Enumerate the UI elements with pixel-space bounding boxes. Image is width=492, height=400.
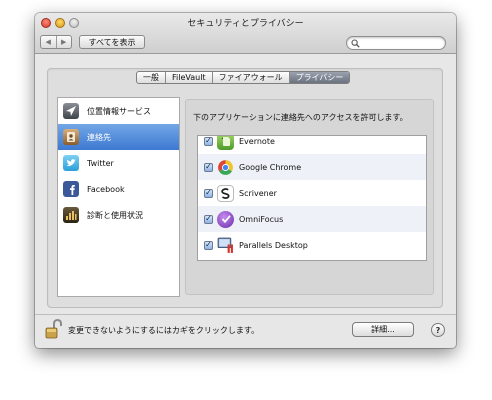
omnifocus-icon <box>217 210 234 228</box>
sidebar-item-label: 診断と使用状況 <box>87 210 143 220</box>
app-checkbox[interactable]: ✓ <box>204 136 213 146</box>
diagnostics-icon <box>63 207 79 223</box>
list-item: ✓ Google Chrome <box>198 154 426 180</box>
app-name: Evernote <box>239 136 275 146</box>
titlebar: セキュリティとプライバシー ◀ ▶ すべてを表示 <box>35 13 456 54</box>
list-item: ✓ Scrivener <box>198 180 426 206</box>
twitter-icon <box>63 155 79 171</box>
sidebar-item-facebook[interactable]: Facebook <box>58 176 179 202</box>
lock-instruction-text: 変更できないようにするにはカギをクリックします。 <box>68 326 260 335</box>
facebook-icon <box>63 181 79 197</box>
tab-firewall[interactable]: ファイアウォール <box>211 72 289 83</box>
app-name: Google Chrome <box>239 162 302 172</box>
chrome-icon <box>217 159 234 176</box>
tab-general[interactable]: 一般 <box>137 72 165 83</box>
sidebar-item-label: 連絡先 <box>87 132 111 142</box>
app-checkbox[interactable]: ✓ <box>204 188 213 198</box>
lock-icon[interactable] <box>45 318 63 340</box>
tab-filevault[interactable]: FileVault <box>165 72 212 83</box>
back-arrow-icon: ◀ <box>45 38 51 46</box>
scrivener-icon <box>217 184 234 202</box>
sidebar-item-label: Facebook <box>87 184 125 194</box>
app-name: Scrivener <box>239 188 277 198</box>
sidebar-item-label: 位置情報サービス <box>87 106 151 116</box>
app-name: Parallels Desktop <box>239 240 308 250</box>
back-button[interactable]: ◀ <box>41 36 56 48</box>
app-name: OmniFocus <box>239 214 284 224</box>
location-arrow-icon <box>63 103 79 119</box>
list-item: ✓ Evernote <box>198 136 426 154</box>
app-checkbox[interactable]: ✓ <box>204 162 213 172</box>
app-checkbox[interactable]: ✓ <box>204 240 213 250</box>
sidebar-item-label: Twitter <box>87 158 114 168</box>
window-title: セキュリティとプライバシー <box>187 19 304 29</box>
details-button[interactable]: 詳細... <box>352 322 414 337</box>
app-checkbox[interactable]: ✓ <box>204 214 213 224</box>
panel-description: 下のアプリケーションに連絡先へのアクセスを許可します。 <box>193 113 408 122</box>
forward-button[interactable]: ▶ <box>55 36 72 48</box>
sidebar-item-contacts[interactable]: 連絡先 <box>58 124 179 150</box>
help-button[interactable]: ? <box>431 323 445 337</box>
tab-bar: 一般 FileVault ファイアウォール プライバシー <box>136 71 351 84</box>
back-forward-group: ◀ ▶ <box>40 35 72 49</box>
parallels-icon <box>217 237 234 254</box>
contacts-icon <box>63 129 79 145</box>
evernote-icon <box>217 136 234 150</box>
sidebar-item-diagnostics[interactable]: 診断と使用状況 <box>58 202 179 228</box>
search-icon <box>351 39 360 48</box>
footer-divider <box>35 314 456 315</box>
forward-arrow-icon: ▶ <box>61 38 67 46</box>
app-access-list: ✓ Evernote ✓ Google Chrome ✓ Scrivener ✓… <box>197 135 427 261</box>
preferences-window: セキュリティとプライバシー ◀ ▶ すべてを表示 一般 FileVault ファ… <box>35 13 456 348</box>
sidebar-item-location-services[interactable]: 位置情報サービス <box>58 98 179 124</box>
search-input[interactable] <box>361 38 441 48</box>
search-field[interactable] <box>346 36 446 50</box>
privacy-category-list: 位置情報サービス 連絡先 Twitter Facebook 診断と使用状況 <box>57 97 180 297</box>
list-item: ✓ OmniFocus <box>198 206 426 232</box>
list-item: ✓ Parallels Desktop <box>198 232 426 258</box>
show-all-button[interactable]: すべてを表示 <box>79 35 145 49</box>
tab-privacy[interactable]: プライバシー <box>288 72 350 83</box>
sidebar-item-twitter[interactable]: Twitter <box>58 150 179 176</box>
